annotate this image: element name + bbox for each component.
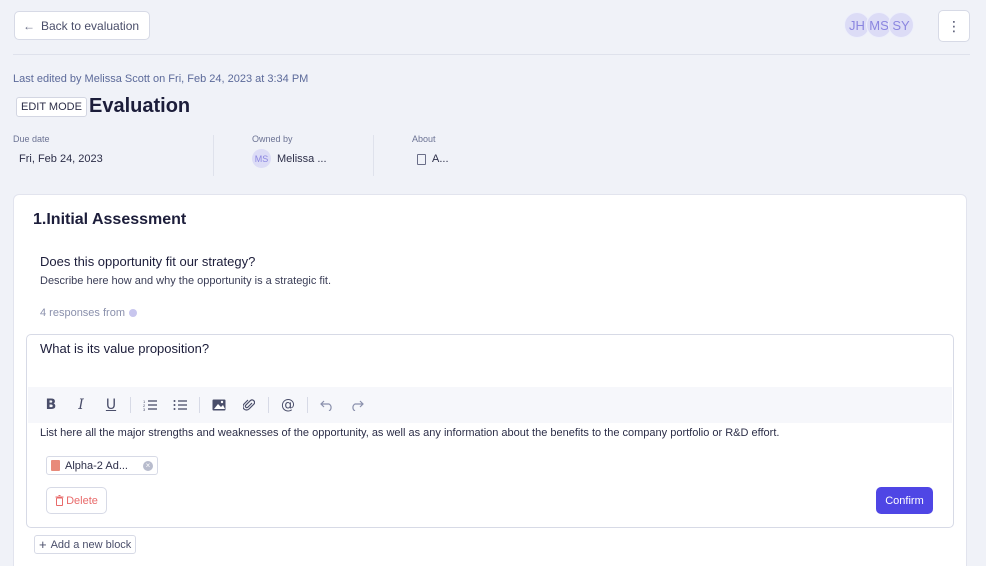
undo-icon: [320, 400, 332, 411]
underline-icon: U: [105, 397, 117, 413]
redo-button[interactable]: [346, 394, 368, 416]
attachment-name: Alpha-2 Ad...: [65, 459, 128, 472]
question-description-text[interactable]: List here all the major strengths and we…: [40, 427, 779, 439]
about-value[interactable]: A...: [412, 153, 449, 165]
italic-icon: I: [78, 397, 84, 413]
back-to-evaluation-button[interactable]: ← Back to evaluation: [14, 11, 150, 40]
due-date-label: Due date: [13, 134, 50, 144]
add-new-block-button[interactable]: + Add a new block: [34, 535, 137, 554]
toolbar-divider: [307, 397, 308, 413]
add-block-label: Add a new block: [50, 538, 132, 551]
delete-button[interactable]: Delete: [46, 487, 107, 514]
underline-button[interactable]: U: [100, 394, 122, 416]
owned-by-label: Owned by: [252, 134, 293, 144]
image-icon: [212, 399, 226, 411]
formatting-toolbar: B I U 123 @: [28, 387, 952, 423]
back-button-label: Back to evaluation: [41, 18, 140, 33]
arrow-left-icon: ←: [23, 18, 35, 33]
divider: [13, 54, 970, 55]
section-title: 1.Initial Assessment: [33, 211, 187, 228]
svg-text:3: 3: [143, 407, 146, 411]
question-title-input[interactable]: [40, 341, 920, 356]
at-sign-icon: @: [281, 397, 295, 413]
about-text: A...: [432, 153, 449, 165]
owner-name: Melissa ...: [277, 152, 327, 165]
page-title: Evaluation: [89, 95, 191, 117]
bullet-list-icon: [173, 400, 187, 410]
paperclip-icon: [243, 399, 255, 411]
top-bar: ← Back to evaluation JH MS SY ⋮: [0, 0, 986, 54]
divider: [373, 135, 374, 176]
toolbar-divider: [130, 397, 131, 413]
respondent-avatar-icon: [128, 309, 137, 317]
collaborator-avatars: JH MS SY: [844, 12, 914, 38]
question-title[interactable]: Does this opportunity fit our strategy?: [40, 254, 255, 269]
delete-label: Delete: [66, 494, 98, 507]
bullet-list-button[interactable]: [169, 394, 191, 416]
responses-text: 4 responses from: [40, 307, 125, 319]
bold-icon: B: [45, 397, 57, 413]
due-date-value[interactable]: Fri, Feb 24, 2023: [13, 153, 103, 165]
confirm-button[interactable]: Confirm: [876, 487, 933, 514]
avatar[interactable]: SY: [888, 12, 914, 38]
about-label: About: [412, 134, 436, 144]
toolbar-divider: [268, 397, 269, 413]
plus-icon: +: [39, 537, 47, 552]
last-edited-text: Last edited by Melissa Scott on Fri, Feb…: [13, 73, 309, 85]
attach-file-button[interactable]: [238, 394, 260, 416]
question-editor: B I U 123 @: [26, 334, 954, 528]
attachment-chip[interactable]: Alpha-2 Ad... ×: [46, 456, 158, 475]
edit-mode-badge: EDIT MODE: [16, 97, 87, 117]
ordered-list-icon: 123: [143, 399, 157, 411]
more-vertical-icon: ⋮: [947, 17, 961, 34]
remove-attachment-icon[interactable]: ×: [143, 460, 153, 471]
document-icon: [417, 153, 426, 165]
section-card: 1.Initial Assessment Does this opportuni…: [13, 194, 967, 566]
owner-value[interactable]: MS Melissa ...: [252, 149, 327, 168]
redo-icon: [352, 400, 364, 411]
bold-button[interactable]: B: [40, 394, 62, 416]
question-description: Describe here how and why the opportunit…: [40, 275, 332, 287]
undo-button[interactable]: [316, 394, 338, 416]
insert-image-button[interactable]: [208, 394, 230, 416]
italic-button[interactable]: I: [70, 394, 92, 416]
trash-icon: [55, 495, 64, 506]
divider: [213, 135, 214, 176]
due-date-field: Due date Fri, Feb 24, 2023: [13, 134, 103, 176]
due-date-text: Fri, Feb 24, 2023: [19, 153, 103, 165]
owned-by-field: Owned by MS Melissa ...: [252, 134, 327, 176]
owner-avatar: MS: [252, 149, 271, 168]
pdf-file-icon: [51, 460, 60, 471]
responses-link[interactable]: 4 responses from: [40, 307, 137, 319]
ordered-list-button[interactable]: 123: [139, 394, 161, 416]
mention-button[interactable]: @: [277, 394, 299, 416]
more-options-button[interactable]: ⋮: [938, 10, 970, 42]
toolbar-divider: [199, 397, 200, 413]
about-field: About A...: [412, 134, 449, 176]
